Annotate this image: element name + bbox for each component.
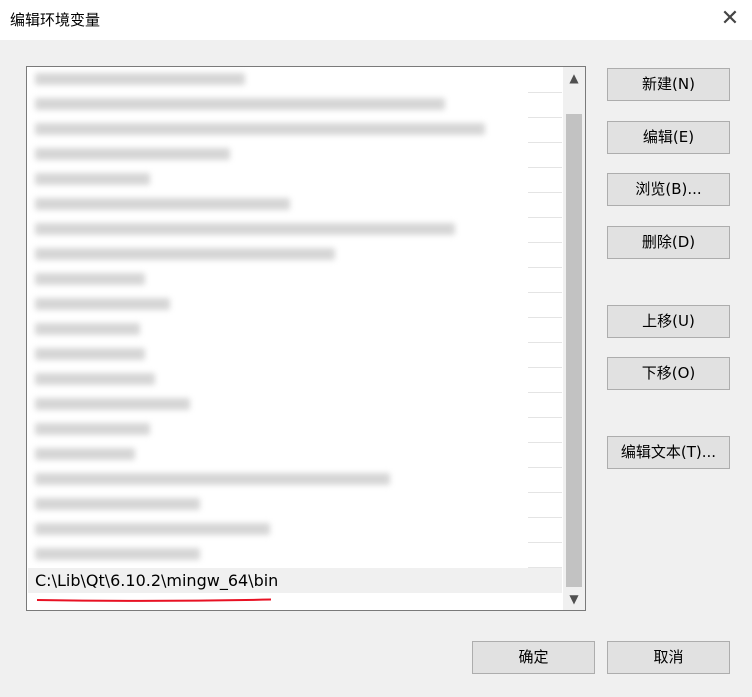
redacted-path-text — [35, 348, 145, 360]
redacted-path-text — [35, 498, 200, 510]
list-item[interactable] — [28, 168, 562, 193]
red-underline-annotation — [36, 598, 272, 602]
redacted-path-text — [35, 173, 150, 185]
edit-text-button[interactable]: 编辑文本(T)... — [607, 436, 730, 469]
redacted-path-text — [35, 523, 270, 535]
list-item[interactable] — [28, 518, 562, 543]
dialog-title: 编辑环境变量 — [10, 11, 101, 29]
scroll-down-icon[interactable]: ▼ — [563, 588, 585, 610]
redacted-path-text — [35, 298, 170, 310]
move-up-button[interactable]: 上移(U) — [607, 305, 730, 338]
edit-env-var-dialog: 编辑环境变量 ✕ C:\Lib\Qt\6.10.2\mingw_64\bin ▲… — [0, 0, 752, 697]
list-item[interactable] — [28, 243, 562, 268]
list-item[interactable] — [28, 268, 562, 293]
title-bar: 编辑环境变量 ✕ — [0, 0, 752, 40]
redacted-path-text — [35, 323, 140, 335]
redacted-path-text — [35, 198, 290, 210]
ok-button[interactable]: 确定 — [472, 641, 595, 674]
list-item[interactable] — [28, 393, 562, 418]
selected-path-text[interactable]: C:\Lib\Qt\6.10.2\mingw_64\bin — [35, 571, 278, 590]
redacted-path-text — [35, 398, 190, 410]
scroll-thumb[interactable] — [566, 114, 582, 587]
list-item[interactable] — [28, 93, 562, 118]
new-button[interactable]: 新建(N) — [607, 68, 730, 101]
vertical-scrollbar[interactable]: ▲ ▼ — [563, 67, 585, 610]
list-item-selected[interactable]: C:\Lib\Qt\6.10.2\mingw_64\bin — [28, 568, 562, 593]
redacted-path-text — [35, 148, 230, 160]
list-item[interactable] — [28, 68, 562, 93]
list-item[interactable] — [28, 318, 562, 343]
redacted-path-text — [35, 373, 155, 385]
list-item[interactable] — [28, 118, 562, 143]
list-item[interactable] — [28, 543, 562, 568]
list-item[interactable] — [28, 468, 562, 493]
redacted-path-text — [35, 548, 200, 560]
redacted-path-text — [35, 98, 445, 110]
list-item[interactable] — [28, 343, 562, 368]
list-item[interactable] — [28, 193, 562, 218]
close-icon[interactable]: ✕ — [716, 5, 744, 33]
cancel-button[interactable]: 取消 — [607, 641, 730, 674]
redacted-path-text — [35, 73, 245, 85]
list-item[interactable] — [28, 368, 562, 393]
path-list: C:\Lib\Qt\6.10.2\mingw_64\bin — [28, 68, 562, 609]
redacted-path-text — [35, 473, 390, 485]
browse-button[interactable]: 浏览(B)... — [607, 173, 730, 206]
redacted-path-text — [35, 273, 145, 285]
move-down-button[interactable]: 下移(O) — [607, 357, 730, 390]
list-item[interactable] — [28, 143, 562, 168]
delete-button[interactable]: 删除(D) — [607, 226, 730, 259]
list-item[interactable] — [28, 418, 562, 443]
redacted-path-text — [35, 123, 485, 135]
redacted-path-text — [35, 248, 335, 260]
redacted-path-text — [35, 423, 150, 435]
redacted-path-text — [35, 448, 135, 460]
list-item[interactable] — [28, 293, 562, 318]
edit-button[interactable]: 编辑(E) — [607, 121, 730, 154]
list-item[interactable] — [28, 218, 562, 243]
scroll-up-icon[interactable]: ▲ — [563, 67, 585, 89]
list-item[interactable] — [28, 493, 562, 518]
redacted-path-text — [35, 223, 455, 235]
list-item[interactable] — [28, 443, 562, 468]
path-listbox[interactable]: C:\Lib\Qt\6.10.2\mingw_64\bin ▲ ▼ — [26, 66, 586, 611]
